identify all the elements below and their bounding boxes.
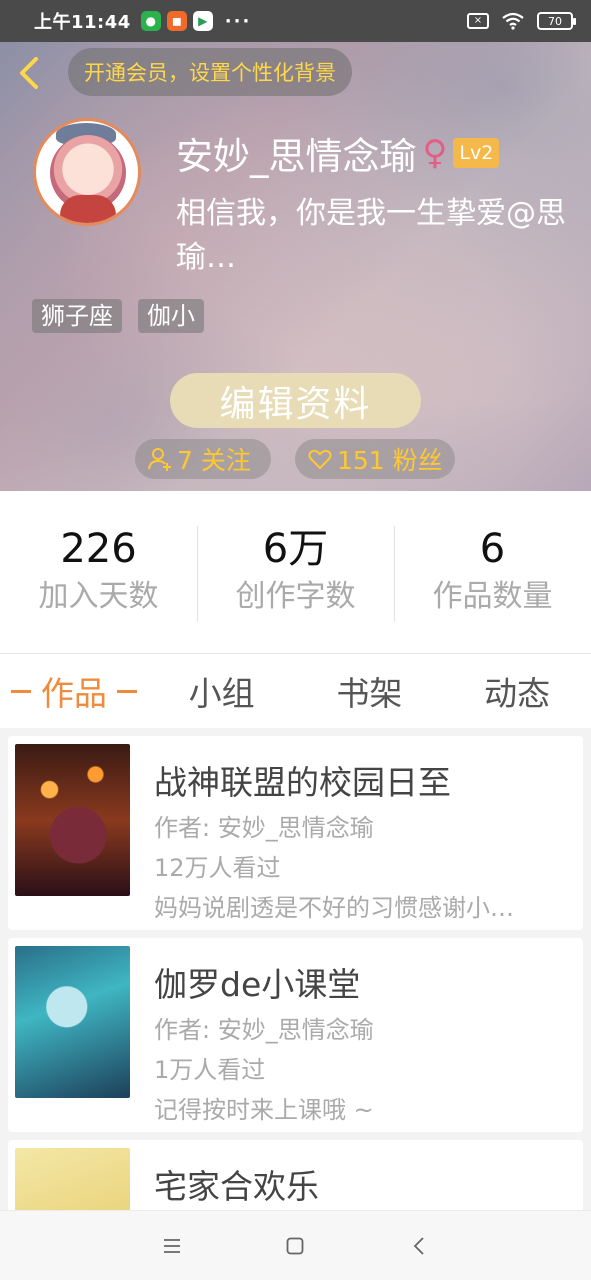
work-card[interactable]: 战神联盟的校园日至 作者: 安妙_思情念瑜 12万人看过 妈妈说剧透是不好的习惯…	[8, 736, 583, 930]
back-triangle-icon	[413, 1236, 424, 1255]
heart-icon	[308, 449, 332, 470]
work-author: 作者: 安妙_思情念瑜	[154, 1016, 374, 1044]
work-cover	[15, 744, 130, 896]
work-title: 战神联盟的校园日至	[154, 763, 451, 802]
edit-profile-button[interactable]: 编辑资料	[170, 373, 421, 428]
fans-button[interactable]: 151 粉丝	[295, 439, 455, 479]
bio: 相信我，你是我一生挚爱@思瑜…	[176, 196, 566, 275]
level-badge: Lv2	[453, 138, 500, 168]
stat-label: 作品数量	[432, 579, 553, 614]
nav-home-button[interactable]	[275, 1226, 315, 1266]
square-icon	[287, 1237, 304, 1254]
work-card[interactable]: 伽罗de小课堂 作者: 安妙_思情念瑜 1万人看过 记得按时来上课哦 ~	[8, 938, 583, 1132]
wifi-icon	[502, 12, 524, 30]
username-row: 安妙_思情念瑜 ♀ Lv2	[176, 126, 500, 180]
work-views: 12万人看过	[154, 854, 281, 882]
tab-indicator-right	[116, 689, 137, 693]
user-plus-icon	[148, 448, 171, 471]
following-button[interactable]: 7 关注	[135, 439, 271, 479]
profile-header: 开通会员，设置个性化背景 安妙_思情念瑜 ♀ Lv2 相信我，你是我一生挚爱@思…	[0, 42, 591, 491]
tab-label: 作品	[40, 674, 107, 713]
work-title: 宅家合欢乐	[154, 1167, 319, 1206]
work-card[interactable]: 宅家合欢乐	[8, 1140, 583, 1210]
fans-count: 151 粉丝	[337, 446, 443, 475]
female-icon: ♀	[422, 133, 448, 173]
username: 安妙_思情念瑜	[176, 135, 417, 178]
tag-list: 狮子座 伽小	[32, 299, 204, 333]
works-list: 战神联盟的校园日至 作者: 安妙_思情念瑜 12万人看过 妈妈说剧透是不好的习惯…	[0, 728, 591, 1210]
nav-menu-button[interactable]	[152, 1226, 192, 1266]
stat-works: 6 作品数量	[394, 522, 591, 622]
nav-back-button[interactable]	[399, 1226, 439, 1266]
more-notifications-icon: ···	[224, 10, 252, 32]
work-title: 伽罗de小课堂	[154, 965, 361, 1004]
tab-works[interactable]: 作品	[0, 667, 148, 715]
stat-value: 226	[60, 526, 137, 572]
tab-activity[interactable]: 动态	[443, 667, 591, 715]
stat-label: 加入天数	[38, 579, 159, 614]
status-app-icons: ● ◼ ▶	[140, 11, 213, 31]
vip-banner[interactable]: 开通会员，设置个性化背景	[68, 48, 352, 96]
stat-label: 创作字数	[235, 579, 356, 614]
profile-tabs: 作品 小组 书架 动态	[0, 654, 591, 728]
work-author: 作者: 安妙_思情念瑜	[154, 814, 374, 842]
tag-zodiac: 狮子座	[32, 299, 122, 333]
stats-panel: 226 加入天数 6万 创作字数 6 作品数量	[0, 491, 591, 654]
app-notification-icon: ◼	[166, 11, 187, 31]
work-description: 记得按时来上课哦 ~	[154, 1096, 374, 1124]
play-store-icon: ▶	[192, 11, 213, 31]
chevron-left-icon	[20, 57, 38, 89]
back-button[interactable]	[12, 56, 46, 90]
following-count: 7 关注	[177, 446, 251, 475]
stat-words: 6万 创作字数	[197, 522, 394, 622]
status-time: 上午11:44	[34, 12, 131, 33]
tab-indicator-left	[10, 689, 31, 693]
tab-groups[interactable]: 小组	[148, 667, 296, 715]
work-views: 1万人看过	[154, 1056, 266, 1084]
menu-icon	[163, 1238, 180, 1253]
avatar[interactable]	[33, 118, 141, 226]
stat-value: 6	[479, 526, 506, 572]
battery-icon: 70	[537, 12, 576, 30]
stat-value: 6万	[262, 526, 329, 572]
sim-icon: ×	[467, 13, 489, 29]
tag-custom: 伽小	[138, 299, 204, 333]
tab-bookshelf[interactable]: 书架	[296, 667, 444, 715]
wechat-icon: ●	[140, 11, 161, 31]
work-cover	[15, 946, 130, 1098]
avatar-body	[60, 195, 116, 223]
stat-days: 226 加入天数	[0, 522, 197, 622]
status-bar: 上午11:44 ● ◼ ▶ ··· × 70	[0, 0, 591, 42]
work-cover	[15, 1148, 130, 1210]
system-nav-bar	[0, 1210, 591, 1280]
work-description: 妈妈说剧透是不好的习惯感谢小…	[154, 894, 514, 922]
